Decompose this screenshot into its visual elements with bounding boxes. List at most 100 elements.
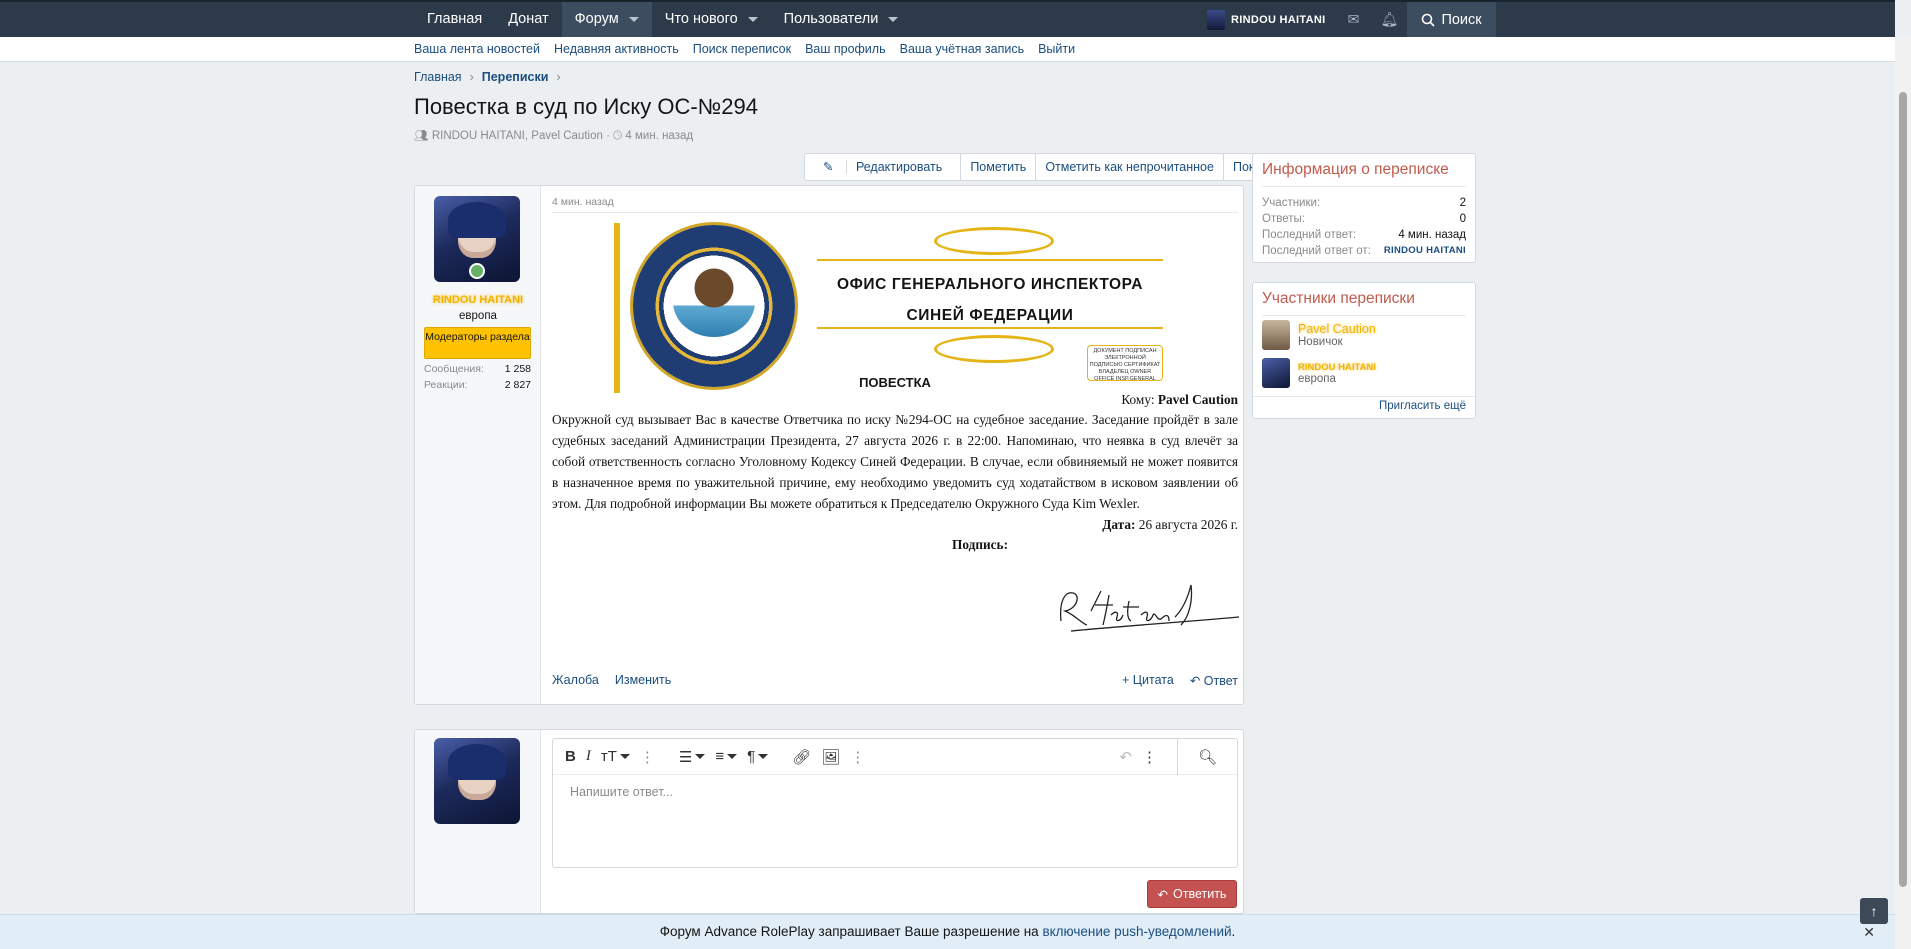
user-banner: Модераторы раздела	[424, 327, 531, 359]
arrow-up-icon: ↑	[1870, 903, 1878, 919]
quick-reply: B I тT ⋮ ☰ ≡ ¶ 🔗︎ 🖼︎ ⋮ ↶ ⋮ 🔍︎ Напишите о…	[414, 729, 1244, 914]
inspector-general-seal	[633, 225, 795, 387]
subnav-news-feed[interactable]: Ваша лента новостей	[414, 37, 540, 61]
info-participants: Участники: 2	[1262, 197, 1466, 209]
chevron-down-icon	[695, 754, 706, 759]
avatar[interactable]	[1262, 358, 1290, 388]
nav-forum[interactable]: Форум	[561, 2, 652, 37]
alerts-button[interactable]: 🔔︎	[1371, 2, 1407, 37]
participant: Pavel Caution Новичок	[1253, 316, 1475, 354]
subnav-recent-activity[interactable]: Недавняя активность	[554, 37, 679, 61]
message-post: RINDOU HAITANI европа Модераторы раздела…	[414, 185, 1244, 705]
italic-icon[interactable]: I	[586, 748, 591, 765]
mark-button[interactable]: Пометить	[961, 154, 1037, 180]
post-time[interactable]: 4 мин. назад	[552, 196, 614, 208]
chevron-down-icon[interactable]	[628, 17, 639, 22]
edit-icon: ✎	[814, 160, 847, 174]
more-options-icon[interactable]: ⋮	[850, 748, 865, 766]
chevron-right-icon: ›	[469, 70, 474, 84]
account-link[interactable]: RINDOU HAITANI	[1197, 9, 1335, 30]
ornament	[934, 335, 1054, 363]
more-options-icon[interactable]: ⋮	[1142, 748, 1157, 766]
subnav-search-conversations[interactable]: Поиск переписок	[693, 37, 791, 61]
breadcrumb-home[interactable]: Главная	[414, 70, 462, 84]
message-user: RINDOU HAITANI европа Модераторы раздела…	[415, 186, 541, 704]
document-header-image: ОФИС ГЕНЕРАЛЬНОГО ИНСПЕКТОРА СИНЕЙ ФЕДЕР…	[614, 223, 1163, 393]
chevron-right-icon: ›	[556, 70, 561, 84]
scroll-to-top-button[interactable]: ↑	[1860, 898, 1888, 924]
participant: RINDOU HAITANI европа	[1253, 354, 1475, 392]
reply-icon: ↶	[1189, 674, 1204, 688]
nav-whats-new[interactable]: Что нового	[652, 2, 771, 37]
info-last-reply-by: Последний ответ от: RINDOU HAITANI	[1262, 245, 1466, 257]
nav-home[interactable]: Главная	[414, 2, 495, 37]
scrollbar-thumb[interactable]	[1899, 92, 1907, 887]
search-button[interactable]: Поиск	[1407, 2, 1496, 37]
post-footer: Жалоба Изменить + Цитата ↶ Ответ	[552, 673, 1238, 688]
link-icon[interactable]: 🔗︎	[792, 748, 811, 766]
mark-unread-button[interactable]: Отметить как непрочитанное	[1036, 154, 1224, 180]
list-icon[interactable]: ☰	[679, 748, 706, 766]
undo-icon[interactable]: ↶	[1119, 748, 1132, 766]
subnav-account[interactable]: Ваша учётная запись	[900, 37, 1024, 61]
reply-editor: B I тT ⋮ ☰ ≡ ¶ 🔗︎ 🖼︎ ⋮ ↶ ⋮ 🔍︎ Напишите о…	[552, 738, 1238, 868]
doc-body: Окружной суд вызывает Вас в качестве Отв…	[552, 412, 1238, 511]
main-nav: Главная Донат Форум Что нового Пользоват…	[414, 2, 911, 37]
reply-button[interactable]: ↶ Ответить	[1147, 880, 1237, 908]
conversation-info: Информация о переписке Участники: 2 Ответ…	[1252, 153, 1476, 263]
paragraph-icon[interactable]: ¶	[747, 748, 769, 765]
enable-push-link[interactable]: включение push-уведомлений	[1042, 924, 1231, 939]
user-nav: RINDOU HAITANI ✉ 🔔︎ Поиск	[1197, 2, 1496, 37]
invite-link[interactable]: Пригласить ещё	[1253, 396, 1475, 418]
participants-title: Участники переписки	[1262, 290, 1415, 307]
thread-meta: 👥︎ RINDOU HAITANI, Pavel Caution · 🕓︎ 4 …	[414, 130, 694, 142]
info-title: Информация о переписке	[1262, 161, 1449, 178]
chevron-down-icon[interactable]	[888, 17, 899, 22]
inbox-button[interactable]: ✉	[1335, 2, 1371, 37]
bold-icon[interactable]: B	[565, 748, 576, 765]
nav-donate[interactable]: Донат	[495, 2, 561, 37]
top-navigation: Главная Донат Форум Что нового Пользоват…	[0, 0, 1895, 37]
plus-icon: +	[1122, 673, 1133, 687]
user-stats: Сообщения: 1 258 Реакции: 2 827	[424, 363, 531, 391]
report-link[interactable]: Жалоба	[552, 673, 599, 688]
chevron-down-icon[interactable]	[747, 17, 758, 22]
align-icon[interactable]: ≡	[715, 748, 738, 765]
push-notice: Форум Advance RolePlay запрашивает Ваше …	[0, 914, 1895, 949]
image-icon[interactable]: 🖼︎	[821, 748, 840, 766]
envelope-icon: ✉	[1347, 11, 1360, 27]
preview-icon: 🔍︎	[1197, 749, 1218, 766]
search-icon	[1422, 13, 1436, 27]
reply-input[interactable]: Напишите ответ...	[553, 775, 1237, 809]
participant-name[interactable]: RINDOU HAITANI	[1298, 362, 1376, 373]
avatar	[434, 738, 520, 824]
user-title: европа	[459, 310, 497, 322]
chevron-down-icon	[758, 754, 769, 759]
scrollbar[interactable]	[1895, 37, 1911, 949]
subnav-profile[interactable]: Ваш профиль	[805, 37, 886, 61]
users-icon: 👥︎	[414, 130, 429, 142]
avatar	[1207, 9, 1225, 30]
text-size-icon[interactable]: тT	[601, 748, 630, 765]
reply-link[interactable]: ↶ Ответ	[1190, 673, 1238, 688]
breadcrumb-conversations[interactable]: Переписки	[482, 70, 549, 84]
avatar[interactable]	[1262, 320, 1290, 350]
doc-date: Дата: 26 августа 2026 г.	[1102, 517, 1238, 532]
info-last-reply: Последний ответ: 4 мин. назад	[1262, 229, 1466, 241]
username[interactable]: RINDOU HAITANI	[415, 294, 541, 306]
conversation-participants: Участники переписки Pavel Caution Новичок…	[1252, 282, 1476, 419]
subnav-logout[interactable]: Выйти	[1038, 37, 1075, 61]
chevron-down-icon	[727, 754, 738, 759]
edit-button[interactable]: ✎ Редактировать	[805, 154, 962, 180]
quote-button[interactable]: + Цитата	[1122, 673, 1174, 688]
edit-link[interactable]: Изменить	[615, 673, 671, 688]
ornament	[934, 227, 1054, 255]
divider	[1262, 186, 1466, 187]
more-options-icon[interactable]: ⋮	[640, 748, 655, 766]
handwritten-signature	[1059, 584, 1240, 632]
page-title: Повестка в суд по Иску ОС-№294	[414, 94, 758, 119]
preview-button[interactable]: 🔍︎	[1177, 739, 1237, 775]
nav-members[interactable]: Пользователи	[771, 2, 912, 37]
participant-name[interactable]: Pavel Caution	[1298, 322, 1376, 336]
editor-toolbar: B I тT ⋮ ☰ ≡ ¶ 🔗︎ 🖼︎ ⋮ ↶ ⋮ 🔍︎	[553, 739, 1237, 775]
